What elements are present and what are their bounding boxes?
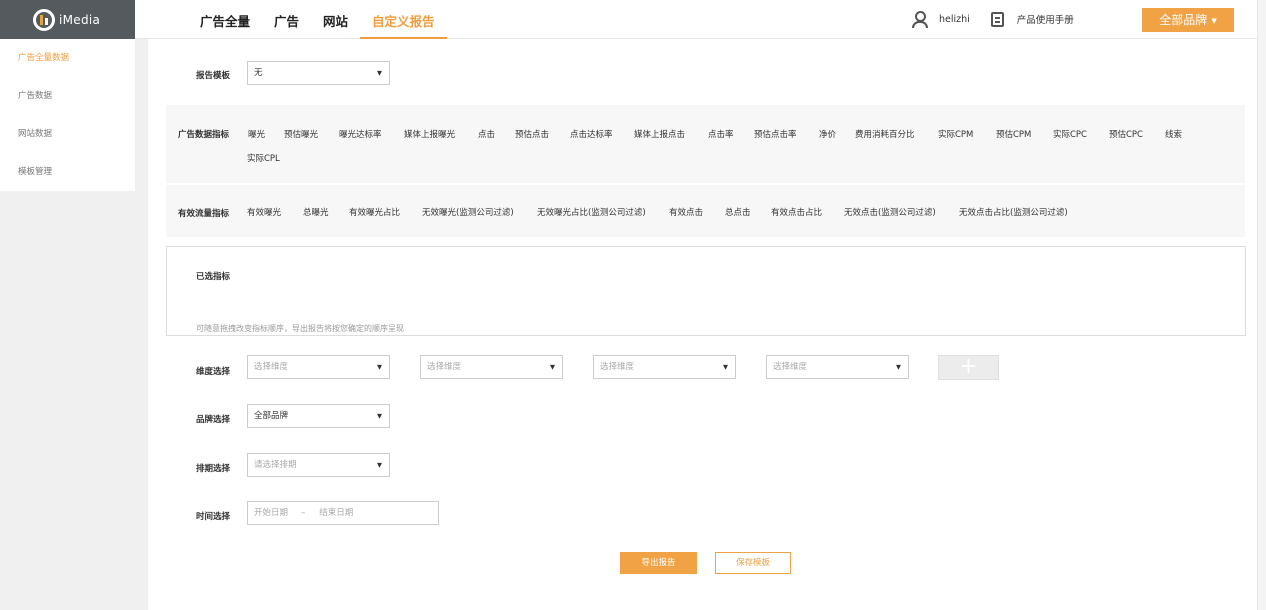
user-icon[interactable] bbox=[911, 10, 928, 28]
template-label: 报告模板 bbox=[196, 71, 231, 81]
dropdown-arrow-icon: ▼ bbox=[377, 363, 382, 371]
dimension-select-placeholder: 选择维度 bbox=[773, 362, 808, 372]
logo[interactable]: iMedia bbox=[0, 0, 135, 39]
logo-mark-icon bbox=[33, 8, 55, 31]
sidebar-item-website-data[interactable]: 网站数据 bbox=[0, 115, 135, 153]
nav-item-website[interactable]: 网站 bbox=[311, 0, 360, 39]
metric-chip[interactable]: 无效曝光(监测公司过滤) bbox=[422, 206, 514, 218]
metric-chip[interactable]: 无效曝光占比(监测公司过滤) bbox=[537, 206, 646, 218]
dimension-select-placeholder: 选择维度 bbox=[600, 362, 635, 372]
metric-chip[interactable]: 净价 bbox=[819, 128, 836, 140]
metric-chip[interactable]: 总曝光 bbox=[303, 206, 329, 218]
start-date-input[interactable]: 开始日期 bbox=[254, 508, 288, 518]
brand-label: 品牌选择 bbox=[196, 415, 231, 425]
user-area: helizhi 产品使用手册 bbox=[911, 10, 1074, 28]
template-select-value: 无 bbox=[254, 68, 263, 78]
sidebar-item-template-manage[interactable]: 模板管理 bbox=[0, 153, 135, 191]
metric-chip[interactable]: 线索 bbox=[1165, 128, 1182, 140]
brand-switch-label: 全部品牌 bbox=[1159, 13, 1208, 27]
manual-link[interactable]: 产品使用手册 bbox=[1017, 12, 1074, 26]
metric-chip[interactable]: 总点击 bbox=[725, 206, 751, 218]
dropdown-arrow-icon: ▼ bbox=[896, 363, 901, 371]
dimension-select-placeholder: 选择维度 bbox=[427, 362, 462, 372]
sidebar-item-ad-data[interactable]: 广告数据 bbox=[0, 77, 135, 115]
metric-chip[interactable]: 有效曝光 bbox=[247, 206, 281, 218]
metric-chip[interactable]: 实际CPL bbox=[247, 152, 280, 164]
metric-chip[interactable]: 曝光 bbox=[248, 128, 265, 140]
metric-chip[interactable]: 点击达标率 bbox=[570, 128, 613, 140]
dimension-select-3[interactable]: 选择维度 ▼ bbox=[593, 355, 736, 379]
metric-chip[interactable]: 实际CPC bbox=[1053, 128, 1087, 140]
metric-chip[interactable]: 实际CPM bbox=[938, 128, 973, 140]
nav-item-ad[interactable]: 广告 bbox=[262, 0, 311, 39]
add-dimension-button[interactable]: + bbox=[938, 355, 999, 380]
metric-chip[interactable]: 费用消耗百分比 bbox=[855, 128, 915, 140]
metric-chip[interactable]: 有效曝光占比 bbox=[349, 206, 400, 218]
traffic-metrics-label: 有效流量指标 bbox=[178, 209, 230, 219]
metric-chip[interactable]: 预估CPM bbox=[996, 128, 1031, 140]
metric-chip[interactable]: 预估点击 bbox=[515, 128, 549, 140]
metric-chip[interactable]: 有效点击占比 bbox=[771, 206, 822, 218]
save-template-button[interactable]: 保存模板 bbox=[715, 552, 791, 574]
end-date-input[interactable]: 结束日期 bbox=[319, 508, 353, 518]
dropdown-arrow-icon: ▼ bbox=[377, 461, 382, 469]
metric-chip[interactable]: 预估曝光 bbox=[284, 128, 318, 140]
schedule-select[interactable]: 请选择排期 ▼ bbox=[247, 453, 390, 477]
metric-chip[interactable]: 预估点击率 bbox=[754, 128, 797, 140]
nav-item-custom-report[interactable]: 自定义报告 bbox=[360, 0, 447, 39]
dropdown-arrow-icon: ▼ bbox=[550, 363, 555, 371]
dimension-label: 维度选择 bbox=[196, 367, 231, 377]
main-nav: 广告全量 广告 网站 自定义报告 bbox=[188, 0, 447, 39]
metric-chip[interactable]: 媒体上报点击 bbox=[634, 128, 685, 140]
metric-chip[interactable]: 预估CPC bbox=[1109, 128, 1143, 140]
time-label: 时间选择 bbox=[196, 512, 231, 522]
ad-metrics-label: 广告数据指标 bbox=[178, 130, 230, 140]
template-select[interactable]: 无 ▼ bbox=[247, 61, 390, 85]
brand-select-value: 全部品牌 bbox=[254, 411, 289, 421]
metric-chip[interactable]: 无效点击占比(监测公司过滤) bbox=[959, 206, 1068, 218]
brand-select[interactable]: 全部品牌 ▼ bbox=[247, 404, 390, 428]
date-range-picker[interactable]: 开始日期 – 结束日期 bbox=[247, 501, 439, 525]
dropdown-arrow-icon: ▼ bbox=[723, 363, 728, 371]
metric-chip[interactable]: 点击率 bbox=[708, 128, 734, 140]
ad-metrics-panel bbox=[166, 105, 1245, 183]
logo-text: iMedia bbox=[59, 12, 101, 27]
plus-icon: + bbox=[959, 354, 978, 379]
dropdown-arrow-icon: ▼ bbox=[377, 412, 382, 420]
metric-chip[interactable]: 点击 bbox=[478, 128, 495, 140]
sidebar: 广告全量数据 广告数据 网站数据 模板管理 bbox=[0, 39, 135, 191]
metric-chip[interactable]: 有效点击 bbox=[669, 206, 703, 218]
caret-down-icon: ▼ bbox=[1211, 16, 1217, 25]
schedule-label: 排期选择 bbox=[196, 464, 231, 474]
selected-metrics-label: 已选指标 bbox=[196, 272, 231, 282]
schedule-select-placeholder: 请选择排期 bbox=[254, 460, 297, 470]
brand-switch-button[interactable]: 全部品牌 ▼ bbox=[1142, 8, 1234, 32]
top-bar: iMedia 广告全量 广告 网站 自定义报告 helizhi 产品使用手册 全… bbox=[0, 0, 1257, 39]
nav-item-ad-full[interactable]: 广告全量 bbox=[188, 0, 262, 39]
dropdown-arrow-icon: ▼ bbox=[377, 69, 382, 77]
scrollbar[interactable] bbox=[1257, 0, 1266, 610]
metric-chip[interactable]: 媒体上报曝光 bbox=[404, 128, 455, 140]
metric-chip[interactable]: 无效点击(监测公司过滤) bbox=[844, 206, 936, 218]
dimension-select-2[interactable]: 选择维度 ▼ bbox=[420, 355, 563, 379]
export-report-button[interactable]: 导出报告 bbox=[620, 552, 697, 574]
sidebar-item-ad-full-data[interactable]: 广告全量数据 bbox=[0, 39, 135, 77]
date-separator: – bbox=[301, 508, 306, 518]
username[interactable]: helizhi bbox=[939, 14, 970, 25]
manual-icon[interactable] bbox=[990, 11, 1004, 27]
metric-chip[interactable]: 曝光达标率 bbox=[339, 128, 382, 140]
dimension-select-placeholder: 选择维度 bbox=[254, 362, 289, 372]
selected-metrics-hint: 可随意拖拽改变指标顺序，导出报告将按您确定的顺序呈现 bbox=[196, 324, 404, 333]
dimension-select-4[interactable]: 选择维度 ▼ bbox=[766, 355, 909, 379]
dimension-select-1[interactable]: 选择维度 ▼ bbox=[247, 355, 390, 379]
